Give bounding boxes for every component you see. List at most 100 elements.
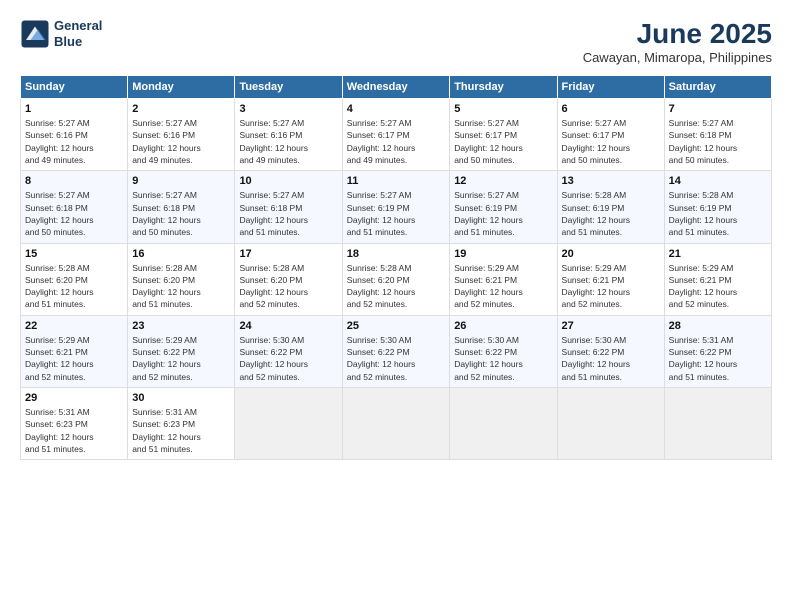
day-number: 14 xyxy=(669,175,767,187)
calendar-cell: 25 Sunrise: 5:30 AMSunset: 6:22 PMDayligh… xyxy=(342,315,449,387)
calendar-cell: 6 Sunrise: 5:27 AMSunset: 6:17 PMDaylight… xyxy=(557,99,664,171)
calendar-cell: 2 Sunrise: 5:27 AMSunset: 6:16 PMDaylight… xyxy=(128,99,235,171)
weekday-thursday: Thursday xyxy=(450,76,557,99)
weekday-friday: Friday xyxy=(557,76,664,99)
calendar-cell: 23 Sunrise: 5:29 AMSunset: 6:22 PMDayligh… xyxy=(128,315,235,387)
calendar-cell: 5 Sunrise: 5:27 AMSunset: 6:17 PMDaylight… xyxy=(450,99,557,171)
day-info: Sunrise: 5:27 AMSunset: 6:17 PMDaylight:… xyxy=(347,117,445,166)
day-number: 5 xyxy=(454,103,552,115)
calendar-header: SundayMondayTuesdayWednesdayThursdayFrid… xyxy=(21,76,772,99)
day-info: Sunrise: 5:28 AMSunset: 6:20 PMDaylight:… xyxy=(239,262,337,311)
day-info: Sunrise: 5:27 AMSunset: 6:16 PMDaylight:… xyxy=(25,117,123,166)
day-number: 30 xyxy=(132,392,230,404)
day-number: 1 xyxy=(25,103,123,115)
day-info: Sunrise: 5:31 AMSunset: 6:22 PMDaylight:… xyxy=(669,334,767,383)
calendar-cell: 3 Sunrise: 5:27 AMSunset: 6:16 PMDaylight… xyxy=(235,99,342,171)
day-number: 24 xyxy=(239,320,337,332)
day-info: Sunrise: 5:29 AMSunset: 6:21 PMDaylight:… xyxy=(454,262,552,311)
calendar-cell: 20 Sunrise: 5:29 AMSunset: 6:21 PMDayligh… xyxy=(557,243,664,315)
day-number: 28 xyxy=(669,320,767,332)
calendar-cell: 19 Sunrise: 5:29 AMSunset: 6:21 PMDayligh… xyxy=(450,243,557,315)
day-info: Sunrise: 5:29 AMSunset: 6:21 PMDaylight:… xyxy=(669,262,767,311)
day-info: Sunrise: 5:29 AMSunset: 6:22 PMDaylight:… xyxy=(132,334,230,383)
calendar-week-1: 8 Sunrise: 5:27 AMSunset: 6:18 PMDaylight… xyxy=(21,171,772,243)
calendar-cell: 22Sunrise: 5:29 AMSunset: 6:21 PMDayligh… xyxy=(21,315,128,387)
calendar-cell: 27 Sunrise: 5:30 AMSunset: 6:22 PMDayligh… xyxy=(557,315,664,387)
day-number: 29 xyxy=(25,392,123,404)
calendar-cell: 15Sunrise: 5:28 AMSunset: 6:20 PMDayligh… xyxy=(21,243,128,315)
calendar-cell: 1 Sunrise: 5:27 AMSunset: 6:16 PMDaylight… xyxy=(21,99,128,171)
calendar-cell: 18Sunrise: 5:28 AMSunset: 6:20 PMDayligh… xyxy=(342,243,449,315)
calendar-cell xyxy=(235,388,342,460)
day-info: Sunrise: 5:30 AMSunset: 6:22 PMDaylight:… xyxy=(454,334,552,383)
calendar-week-4: 29 Sunrise: 5:31 AMSunset: 6:23 PMDayligh… xyxy=(21,388,772,460)
day-info: Sunrise: 5:27 AMSunset: 6:16 PMDaylight:… xyxy=(132,117,230,166)
calendar-week-2: 15Sunrise: 5:28 AMSunset: 6:20 PMDayligh… xyxy=(21,243,772,315)
day-number: 20 xyxy=(562,248,660,260)
day-info: Sunrise: 5:31 AMSunset: 6:23 PMDaylight:… xyxy=(25,406,123,455)
calendar-cell: 21 Sunrise: 5:29 AMSunset: 6:21 PMDayligh… xyxy=(664,243,771,315)
page: General Blue June 2025 Cawayan, Mimaropa… xyxy=(0,0,792,612)
calendar-cell: 8Sunrise: 5:27 AMSunset: 6:18 PMDaylight… xyxy=(21,171,128,243)
calendar-cell: 14 Sunrise: 5:28 AMSunset: 6:19 PMDayligh… xyxy=(664,171,771,243)
weekday-row: SundayMondayTuesdayWednesdayThursdayFrid… xyxy=(21,76,772,99)
day-number: 4 xyxy=(347,103,445,115)
day-info: Sunrise: 5:30 AMSunset: 6:22 PMDaylight:… xyxy=(562,334,660,383)
day-info: Sunrise: 5:29 AMSunset: 6:21 PMDaylight:… xyxy=(25,334,123,383)
day-info: Sunrise: 5:28 AMSunset: 6:19 PMDaylight:… xyxy=(669,189,767,238)
calendar-cell xyxy=(342,388,449,460)
calendar-week-3: 22Sunrise: 5:29 AMSunset: 6:21 PMDayligh… xyxy=(21,315,772,387)
day-info: Sunrise: 5:27 AMSunset: 6:18 PMDaylight:… xyxy=(239,189,337,238)
calendar-week-0: 1 Sunrise: 5:27 AMSunset: 6:16 PMDaylight… xyxy=(21,99,772,171)
calendar-cell: 26 Sunrise: 5:30 AMSunset: 6:22 PMDayligh… xyxy=(450,315,557,387)
title-block: June 2025 Cawayan, Mimaropa, Philippines xyxy=(583,18,772,65)
day-info: Sunrise: 5:27 AMSunset: 6:16 PMDaylight:… xyxy=(239,117,337,166)
calendar-cell: 17Sunrise: 5:28 AMSunset: 6:20 PMDayligh… xyxy=(235,243,342,315)
logo-icon xyxy=(20,19,50,49)
day-number: 26 xyxy=(454,320,552,332)
day-info: Sunrise: 5:30 AMSunset: 6:22 PMDaylight:… xyxy=(347,334,445,383)
calendar-cell: 16Sunrise: 5:28 AMSunset: 6:20 PMDayligh… xyxy=(128,243,235,315)
calendar-cell: 11Sunrise: 5:27 AMSunset: 6:19 PMDayligh… xyxy=(342,171,449,243)
day-info: Sunrise: 5:29 AMSunset: 6:21 PMDaylight:… xyxy=(562,262,660,311)
day-info: Sunrise: 5:28 AMSunset: 6:20 PMDaylight:… xyxy=(25,262,123,311)
weekday-wednesday: Wednesday xyxy=(342,76,449,99)
day-number: 27 xyxy=(562,320,660,332)
day-info: Sunrise: 5:27 AMSunset: 6:18 PMDaylight:… xyxy=(132,189,230,238)
weekday-monday: Monday xyxy=(128,76,235,99)
day-info: Sunrise: 5:27 AMSunset: 6:19 PMDaylight:… xyxy=(454,189,552,238)
day-number: 10 xyxy=(239,175,337,187)
day-number: 16 xyxy=(132,248,230,260)
calendar: SundayMondayTuesdayWednesdayThursdayFrid… xyxy=(20,75,772,460)
day-number: 18 xyxy=(347,248,445,260)
logo-text: General Blue xyxy=(54,18,102,49)
calendar-body: 1 Sunrise: 5:27 AMSunset: 6:16 PMDaylight… xyxy=(21,99,772,460)
logo: General Blue xyxy=(20,18,102,49)
day-number: 23 xyxy=(132,320,230,332)
day-number: 19 xyxy=(454,248,552,260)
calendar-cell xyxy=(450,388,557,460)
logo-line1: General xyxy=(54,18,102,34)
day-number: 6 xyxy=(562,103,660,115)
weekday-sunday: Sunday xyxy=(21,76,128,99)
calendar-cell: 9Sunrise: 5:27 AMSunset: 6:18 PMDaylight… xyxy=(128,171,235,243)
logo-line2: Blue xyxy=(54,34,102,50)
calendar-cell xyxy=(557,388,664,460)
weekday-tuesday: Tuesday xyxy=(235,76,342,99)
day-info: Sunrise: 5:28 AMSunset: 6:19 PMDaylight:… xyxy=(562,189,660,238)
day-number: 3 xyxy=(239,103,337,115)
day-number: 25 xyxy=(347,320,445,332)
calendar-cell: 4 Sunrise: 5:27 AMSunset: 6:17 PMDaylight… xyxy=(342,99,449,171)
day-info: Sunrise: 5:31 AMSunset: 6:23 PMDaylight:… xyxy=(132,406,230,455)
day-info: Sunrise: 5:27 AMSunset: 6:17 PMDaylight:… xyxy=(454,117,552,166)
calendar-cell xyxy=(664,388,771,460)
month-title: June 2025 xyxy=(583,18,772,50)
calendar-cell: 7Sunrise: 5:27 AMSunset: 6:18 PMDaylight… xyxy=(664,99,771,171)
day-number: 8 xyxy=(25,175,123,187)
day-number: 21 xyxy=(669,248,767,260)
calendar-cell: 29 Sunrise: 5:31 AMSunset: 6:23 PMDayligh… xyxy=(21,388,128,460)
day-info: Sunrise: 5:27 AMSunset: 6:17 PMDaylight:… xyxy=(562,117,660,166)
day-number: 2 xyxy=(132,103,230,115)
calendar-cell: 30 Sunrise: 5:31 AMSunset: 6:23 PMDayligh… xyxy=(128,388,235,460)
day-number: 11 xyxy=(347,175,445,187)
